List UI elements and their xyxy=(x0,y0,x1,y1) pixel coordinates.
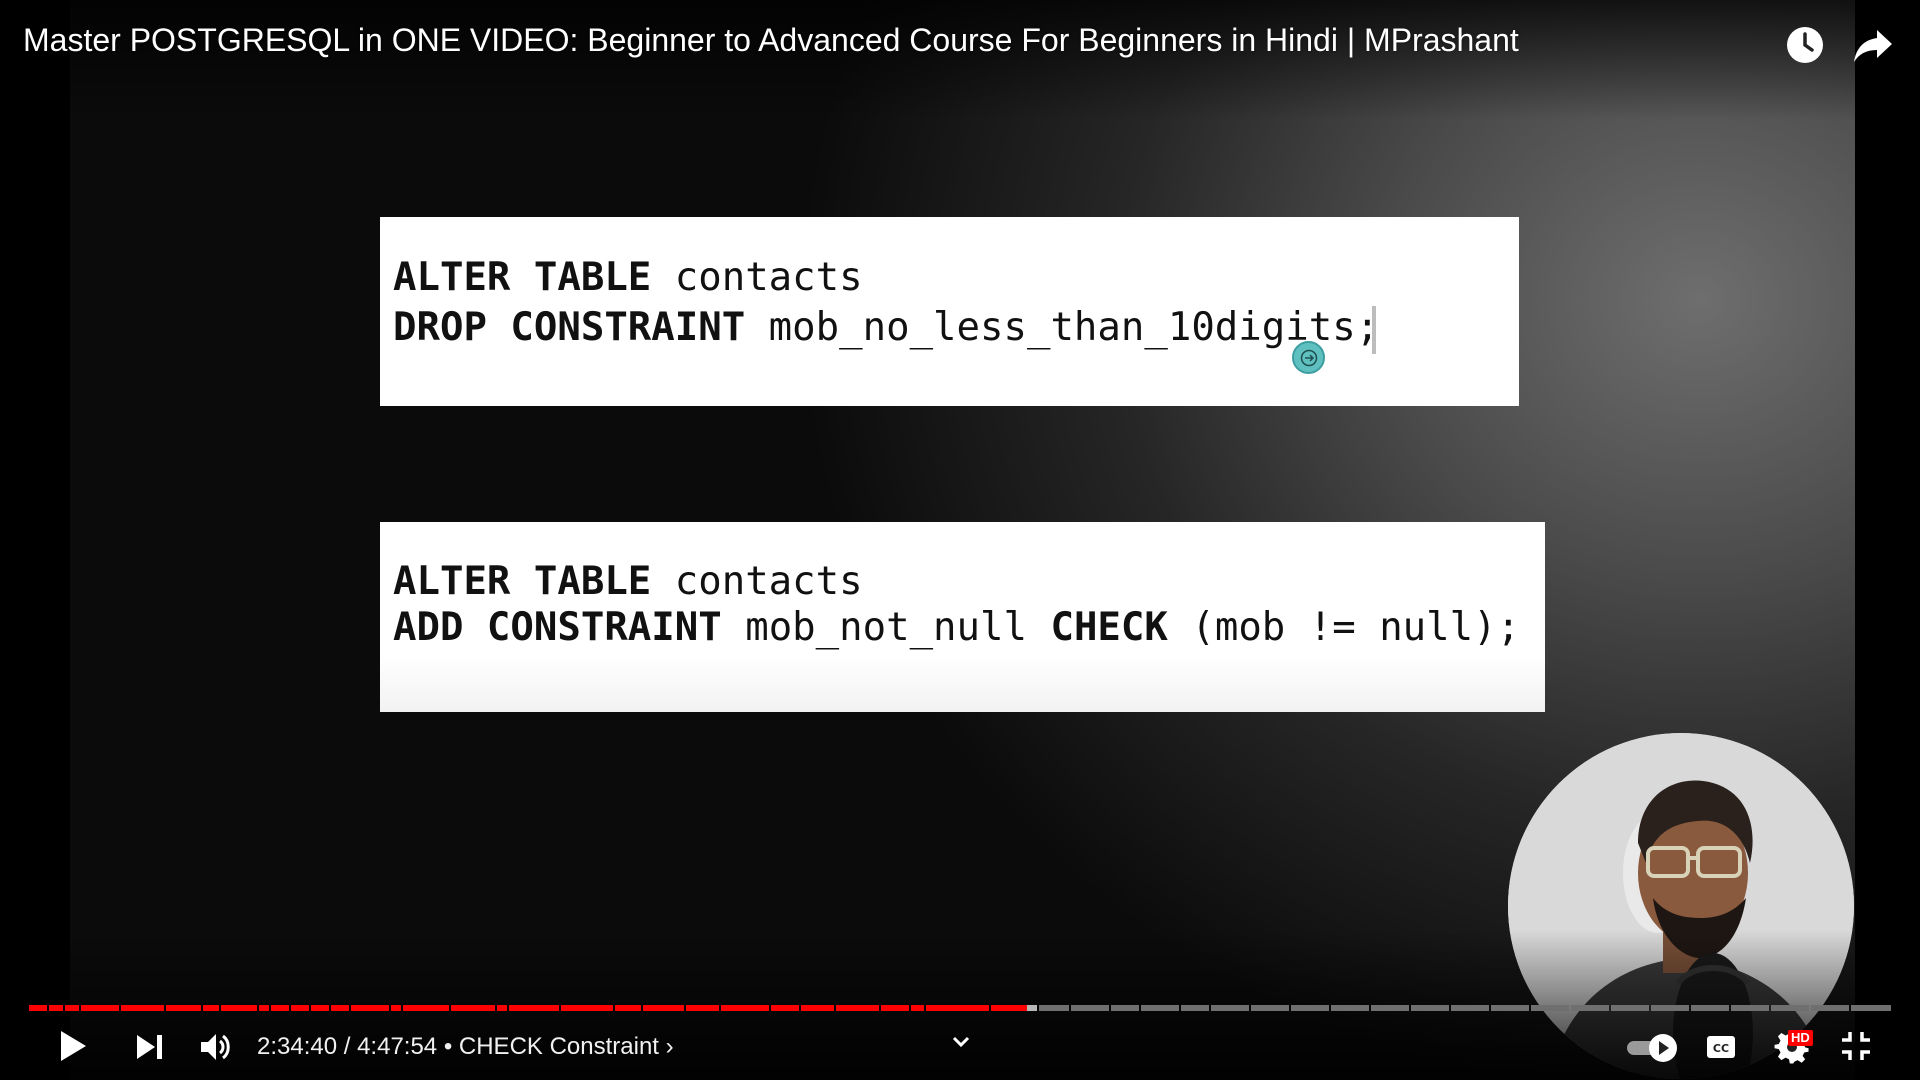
code-block-drop-constraint: ALTER TABLE contacts DROP CONSTRAINT mob… xyxy=(380,217,1519,406)
code-line: ADD CONSTRAINT mob_not_null CHECK (mob !… xyxy=(393,605,1520,650)
progress-segment xyxy=(1371,1005,1409,1011)
sql-keyword: ADD CONSTRAINT xyxy=(393,605,722,650)
progress-segment-played xyxy=(643,1005,684,1011)
progress-segment xyxy=(1211,1005,1249,1011)
progress-segment-played xyxy=(203,1005,219,1011)
sql-keyword: CHECK xyxy=(1050,605,1168,650)
clock-icon xyxy=(1787,27,1823,63)
sql-text: mob_no_less_than_10digits; xyxy=(745,305,1380,350)
progress-segment-played xyxy=(881,1005,909,1011)
code-line: DROP CONSTRAINT mob_no_less_than_10digit… xyxy=(393,305,1379,350)
code-line: ALTER TABLE contacts xyxy=(393,255,863,300)
sql-keyword: DROP CONSTRAINT xyxy=(393,305,746,350)
progress-segment-played xyxy=(391,1005,401,1011)
progress-segment-played xyxy=(331,1005,349,1011)
progress-segment-played xyxy=(271,1005,289,1011)
progress-segment xyxy=(1141,1005,1179,1011)
video-letterbox-left xyxy=(0,0,70,1080)
progress-segment-played xyxy=(29,1005,47,1011)
autoplay-toggle-icon xyxy=(1627,1034,1677,1062)
progress-segment-played xyxy=(686,1005,719,1011)
progress-segment xyxy=(1181,1005,1209,1011)
progress-segment-played xyxy=(403,1005,449,1011)
code-block-add-constraint: ALTER TABLE contacts ADD CONSTRAINT mob_… xyxy=(380,522,1545,712)
progress-segment xyxy=(1811,1005,1849,1011)
arrow-right-icon xyxy=(1300,349,1318,367)
chapters-expand-button[interactable] xyxy=(948,1033,974,1051)
top-gradient xyxy=(0,0,1920,120)
exit-fullscreen-icon xyxy=(1842,1032,1870,1060)
volume-button[interactable] xyxy=(198,1030,232,1064)
progress-segment-played xyxy=(291,1005,309,1011)
text-cursor xyxy=(1372,306,1376,354)
sql-keyword: ALTER TABLE xyxy=(393,255,652,300)
chevron-down-icon xyxy=(952,1036,970,1048)
progress-segment xyxy=(1851,1005,1891,1011)
autoplay-toggle[interactable] xyxy=(1625,1032,1687,1064)
progress-segment-played xyxy=(926,1005,989,1011)
progress-segment-played xyxy=(351,1005,389,1011)
progress-segment xyxy=(1291,1005,1329,1011)
progress-segment-played xyxy=(311,1005,329,1011)
progress-segment-played xyxy=(509,1005,559,1011)
exit-fullscreen-button[interactable] xyxy=(1840,1030,1872,1062)
progress-segment xyxy=(1071,1005,1109,1011)
watch-later-button[interactable] xyxy=(1782,22,1828,68)
share-button[interactable] xyxy=(1850,22,1896,68)
progress-segment xyxy=(1691,1005,1729,1011)
progress-segment xyxy=(1331,1005,1369,1011)
captions-button[interactable]: CC xyxy=(1705,1031,1737,1063)
progress-segment-buffered xyxy=(1027,1005,1037,1011)
progress-segment-played xyxy=(221,1005,257,1011)
sql-text: (mob != null); xyxy=(1167,605,1521,650)
sql-text: mob_not_null xyxy=(721,605,1051,650)
progress-bar[interactable] xyxy=(29,1005,1891,1011)
volume-icon xyxy=(201,1034,230,1060)
progress-segment-played xyxy=(801,1005,834,1011)
play-button[interactable] xyxy=(55,1028,89,1064)
sql-keyword: ALTER TABLE xyxy=(393,559,652,604)
progress-segment-played xyxy=(991,1005,1028,1011)
progress-segment xyxy=(1111,1005,1139,1011)
share-icon xyxy=(1854,30,1892,62)
progress-segment-played xyxy=(259,1005,269,1011)
sql-text: contacts xyxy=(651,255,863,300)
progress-segment-played xyxy=(721,1005,769,1011)
progress-segment-played xyxy=(615,1005,641,1011)
pointer-highlight xyxy=(1292,341,1325,374)
captions-icon: CC xyxy=(1707,1036,1735,1058)
progress-segment xyxy=(1651,1005,1689,1011)
progress-segment xyxy=(1491,1005,1529,1011)
progress-segment xyxy=(1571,1005,1609,1011)
progress-segment-played xyxy=(451,1005,495,1011)
progress-segment xyxy=(1251,1005,1289,1011)
hd-badge: HD xyxy=(1788,1030,1813,1046)
progress-segment-played xyxy=(911,1005,924,1011)
progress-segment-played xyxy=(166,1005,201,1011)
progress-segment xyxy=(1731,1005,1769,1011)
time-and-chapter[interactable]: 2:34:40 / 4:47:54 • CHECK Constraint › xyxy=(257,1033,674,1061)
progress-segment-played xyxy=(49,1005,63,1011)
progress-segment xyxy=(1531,1005,1569,1011)
progress-segment xyxy=(1451,1005,1489,1011)
next-icon xyxy=(137,1035,162,1059)
progress-segment-played xyxy=(121,1005,164,1011)
play-icon xyxy=(61,1031,86,1061)
progress-segment xyxy=(1411,1005,1449,1011)
video-title[interactable]: Master POSTGRESQL in ONE VIDEO: Beginner… xyxy=(23,22,1519,59)
progress-segment xyxy=(1771,1005,1809,1011)
progress-segment-played xyxy=(497,1005,507,1011)
next-button[interactable] xyxy=(134,1032,166,1062)
svg-text:CC: CC xyxy=(1713,1042,1729,1055)
progress-segment-played xyxy=(771,1005,799,1011)
progress-segment-played xyxy=(561,1005,613,1011)
progress-segment xyxy=(1611,1005,1649,1011)
code-line: ALTER TABLE contacts xyxy=(393,559,863,604)
progress-segment-played xyxy=(65,1005,79,1011)
progress-segment xyxy=(1039,1005,1069,1011)
progress-segment-played xyxy=(836,1005,879,1011)
sql-text: contacts xyxy=(651,559,863,604)
progress-segment-played xyxy=(81,1005,119,1011)
video-letterbox-right xyxy=(1855,0,1920,1080)
